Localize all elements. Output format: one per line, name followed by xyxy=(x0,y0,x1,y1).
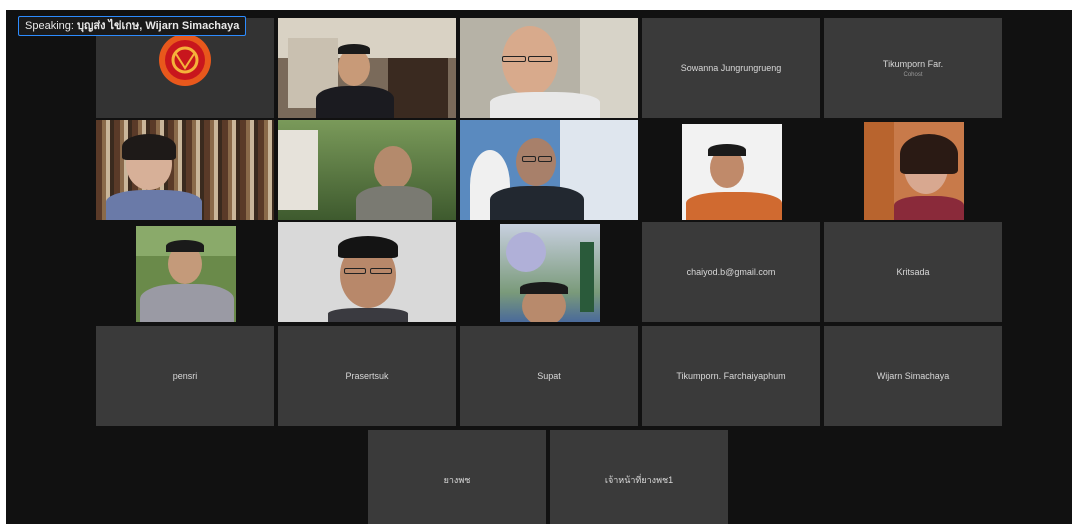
participant-tile-video-9[interactable] xyxy=(278,222,456,322)
participant-tile-kritsada[interactable]: Kritsada xyxy=(824,222,1002,322)
speaking-names: บุญส่ง ไข่เกษ, Wijarn Simachaya xyxy=(77,20,240,32)
participant-name: Tikumporn Far. xyxy=(882,58,944,69)
participant-tile-video-5[interactable] xyxy=(460,120,638,220)
participant-name: Supat xyxy=(537,371,561,381)
participant-tile-video-1[interactable] xyxy=(278,18,456,118)
participant-face xyxy=(374,146,412,190)
participant-name: Sowanna Jungrungrueng xyxy=(680,63,782,73)
participant-name: chaiyod.b@gmail.com xyxy=(686,267,776,277)
participant-name: ยางพช xyxy=(443,475,471,485)
participant-name: เจ้าหน้าที่ยางพช1 xyxy=(604,475,674,485)
participant-tile-tikumporn-full[interactable]: Tikumporn. Farchaiyaphum xyxy=(642,326,820,426)
participant-tile-video-6[interactable] xyxy=(642,120,820,220)
participant-tile-video-3[interactable] xyxy=(96,120,274,220)
speaking-prefix: Speaking: xyxy=(25,20,74,32)
participant-face xyxy=(516,138,556,186)
participant-name: Kritsada xyxy=(896,267,930,277)
participant-tile-prasertsuk[interactable]: Prasertsuk xyxy=(278,326,456,426)
participant-tile-video-7[interactable] xyxy=(824,120,1002,220)
participant-tile-video-8[interactable] xyxy=(96,222,274,322)
participant-tile-thai-2[interactable]: เจ้าหน้าที่ยางพช1 xyxy=(550,430,728,524)
active-speaker-indicator: Speaking: บุญส่ง ไข่เกษ, Wijarn Simachay… xyxy=(18,16,247,36)
participant-tile-tikumporn-far[interactable]: Tikumporn Far. Cohost xyxy=(824,18,1002,118)
participant-role: Cohost xyxy=(903,71,923,78)
participant-tile-sowanna[interactable]: Sowanna Jungrungrueng xyxy=(642,18,820,118)
participant-tile-video-2[interactable] xyxy=(460,18,638,118)
participant-name: Tikumporn. Farchaiyaphum xyxy=(676,371,786,381)
participant-tile-pensri[interactable]: pensri xyxy=(96,326,274,426)
participant-name: Prasertsuk xyxy=(345,371,389,381)
participant-tile-supat[interactable]: Supat xyxy=(460,326,638,426)
participant-tile-chaiyod[interactable]: chaiyod.b@gmail.com xyxy=(642,222,820,322)
participant-tile-wijarn[interactable]: Wijarn Simachaya xyxy=(824,326,1002,426)
participant-name: Wijarn Simachaya xyxy=(876,371,950,381)
video-gallery: Speaking: บุญส่ง ไข่เกษ, Wijarn Simachay… xyxy=(6,10,1072,524)
participant-name: pensri xyxy=(172,371,198,381)
participant-tile-thai-1[interactable]: ยางพช xyxy=(368,430,546,524)
participant-tile-video-4[interactable] xyxy=(278,120,456,220)
participant-tile-video-10[interactable] xyxy=(460,222,638,322)
